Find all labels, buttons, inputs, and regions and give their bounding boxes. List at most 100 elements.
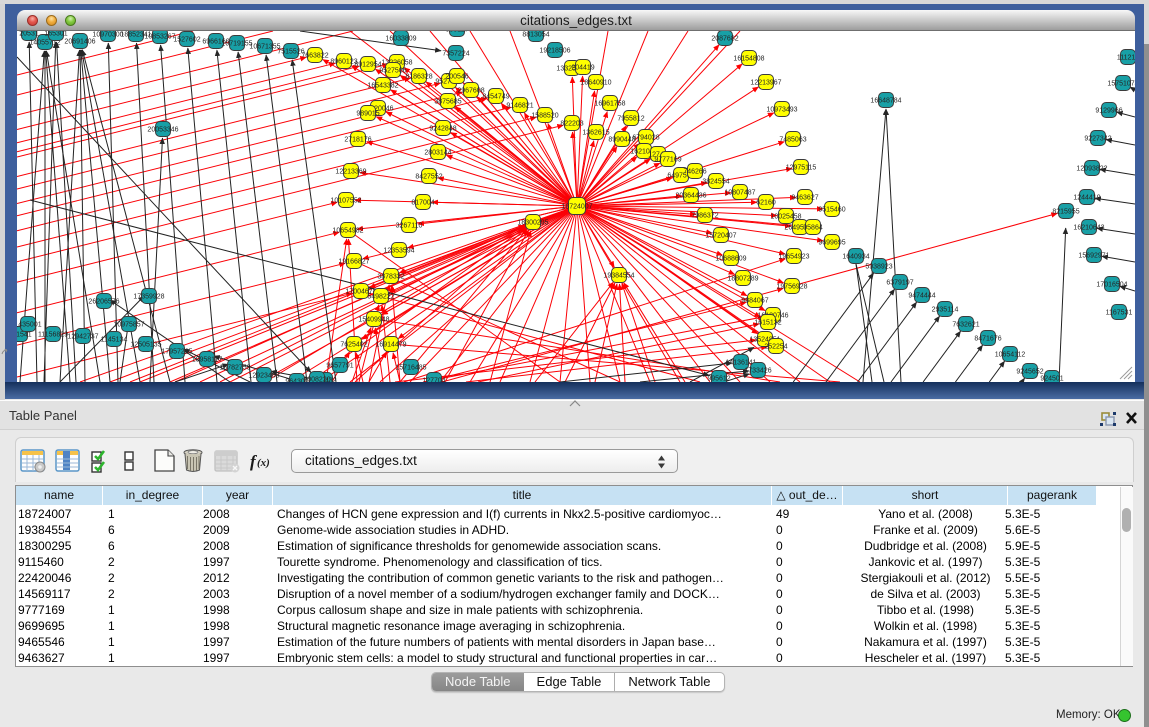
svg-text:9146821: 9146821 <box>506 103 533 110</box>
svg-text:7632621: 7632621 <box>952 322 979 329</box>
svg-text:1145134: 1145134 <box>101 337 128 344</box>
svg-text:20053346: 20053346 <box>147 127 178 134</box>
svg-text:2718176: 2718176 <box>344 137 371 144</box>
svg-text:20691406: 20691406 <box>64 39 95 46</box>
svg-text:2935114: 2935114 <box>932 307 959 314</box>
svg-text:12505135: 12505135 <box>130 342 161 349</box>
svg-text:17957225: 17957225 <box>161 349 192 356</box>
svg-text:9657791: 9657791 <box>326 363 353 370</box>
svg-text:7357224: 7357224 <box>442 51 469 58</box>
svg-text:7986372: 7986372 <box>691 213 718 220</box>
svg-text:8454749: 8454749 <box>482 94 509 101</box>
svg-text:7955812: 7955812 <box>617 116 644 123</box>
svg-text:9227342: 9227342 <box>1084 136 1111 143</box>
svg-text:8912954: 8912954 <box>354 62 381 69</box>
svg-text:16210643: 16210643 <box>1073 225 1104 232</box>
svg-text:10654982: 10654982 <box>332 228 363 235</box>
svg-text:8215955: 8215955 <box>1052 209 1079 216</box>
svg-text:12975115: 12975115 <box>786 165 817 172</box>
svg-text:1435001: 1435001 <box>14 322 41 329</box>
svg-text:9129966: 9129966 <box>1095 108 1122 115</box>
svg-text:10958117: 10958117 <box>192 357 223 364</box>
svg-text:15751074: 15751074 <box>1107 81 1138 88</box>
svg-text:16154808: 16154808 <box>733 56 764 63</box>
svg-text:7485063: 7485063 <box>779 137 806 144</box>
svg-text:8813054: 8813054 <box>522 32 549 39</box>
svg-text:9777169: 9777169 <box>654 157 681 164</box>
svg-text:8427552: 8427552 <box>415 174 442 181</box>
svg-text:10719155: 10719155 <box>221 41 252 48</box>
svg-text:10973493: 10973493 <box>766 107 797 114</box>
svg-text:2087682: 2087682 <box>711 36 738 43</box>
svg-text:15409948: 15409948 <box>358 317 389 324</box>
svg-text:12213967: 12213967 <box>750 80 781 87</box>
svg-text:9463627: 9463627 <box>791 195 818 202</box>
svg-text:1588520: 1588520 <box>531 113 558 120</box>
svg-text:15692971: 15692971 <box>1078 253 1109 260</box>
svg-text:16961758: 16961758 <box>594 101 625 108</box>
svg-text:200546: 200546 <box>445 74 468 81</box>
svg-text:10654112: 10654112 <box>995 352 1026 359</box>
svg-text:19218506: 19218506 <box>539 48 570 55</box>
svg-text:10671355: 10671355 <box>249 44 280 51</box>
svg-text:10807487: 10807487 <box>724 190 755 197</box>
svg-text:111210: 111210 <box>1117 55 1139 62</box>
svg-text:12923468: 12923468 <box>248 373 279 380</box>
svg-text:252254: 252254 <box>764 344 787 351</box>
svg-text:9242848: 9242848 <box>429 126 456 133</box>
svg-text:17359928: 17359928 <box>133 294 164 301</box>
svg-text:16648784: 16648784 <box>870 98 901 105</box>
svg-text:1527602: 1527602 <box>173 37 200 44</box>
svg-text:19654923: 19654923 <box>778 254 809 261</box>
svg-text:9474444: 9474444 <box>908 293 935 300</box>
svg-text:16033809: 16033809 <box>385 36 416 43</box>
svg-text:6379197: 6379197 <box>886 280 913 287</box>
svg-text:204419: 204419 <box>571 65 594 72</box>
svg-text:62160: 62160 <box>756 200 776 207</box>
svg-text:5938923: 5938923 <box>865 264 892 271</box>
svg-text:817004: 817004 <box>411 200 434 207</box>
svg-text:12093822: 12093822 <box>1076 166 1107 173</box>
svg-text:20364436: 20364436 <box>675 193 706 200</box>
svg-text:9527506: 9527506 <box>379 68 406 75</box>
svg-text:10975857: 10975857 <box>113 322 144 329</box>
svg-text:989015: 989015 <box>356 111 379 118</box>
svg-text:1615132: 1615132 <box>754 320 781 327</box>
svg-text:9884067: 9884067 <box>741 298 768 305</box>
svg-text:746266: 746266 <box>683 169 706 176</box>
svg-text:6794028: 6794028 <box>632 135 659 142</box>
svg-text:1733426: 1733426 <box>744 368 771 375</box>
svg-text:3878332: 3878332 <box>377 274 404 281</box>
svg-text:11156829: 11156829 <box>38 332 68 339</box>
svg-text:95864: 95864 <box>803 225 823 232</box>
svg-text:19166827: 19166827 <box>338 259 369 266</box>
svg-text:16914479: 16914479 <box>375 342 406 349</box>
svg-text:20531: 20531 <box>19 31 39 38</box>
svg-text:1362615: 1362615 <box>582 130 609 137</box>
svg-text:2803144: 2803144 <box>424 150 451 157</box>
svg-text:12942737: 12942737 <box>67 334 98 341</box>
svg-text:2967608: 2967608 <box>457 88 484 95</box>
svg-text:26206576: 26206576 <box>88 299 119 306</box>
svg-text:7663822: 7663822 <box>301 53 328 60</box>
svg-text:18724007: 18724007 <box>561 204 592 211</box>
svg-text:5498222: 5498222 <box>367 294 394 301</box>
svg-text:18807289: 18807289 <box>727 276 758 283</box>
svg-text:7625402: 7625402 <box>340 342 367 349</box>
svg-text:16543382: 16543382 <box>367 83 398 90</box>
svg-text:15716485: 15716485 <box>395 365 426 372</box>
svg-text:19384554: 19384554 <box>603 273 634 280</box>
svg-text:8186328: 8186328 <box>405 74 432 81</box>
svg-text:3267110: 3267110 <box>396 223 423 230</box>
svg-text:1167531: 1167531 <box>1106 310 1133 317</box>
svg-text:391541: 391541 <box>8 332 31 339</box>
svg-text:(x): (x) <box>257 457 270 469</box>
svg-text:3875685: 3875685 <box>434 99 461 106</box>
svg-text:1244419: 1244419 <box>1073 195 1100 202</box>
svg-text:1640934: 1640934 <box>842 254 869 261</box>
svg-text:15720407: 15720407 <box>705 233 736 240</box>
svg-text:10970300: 10970300 <box>92 32 123 39</box>
svg-text:822203: 822203 <box>560 121 583 128</box>
svg-text:10688609: 10688609 <box>715 256 746 263</box>
svg-text:8471676: 8471676 <box>974 336 1001 343</box>
